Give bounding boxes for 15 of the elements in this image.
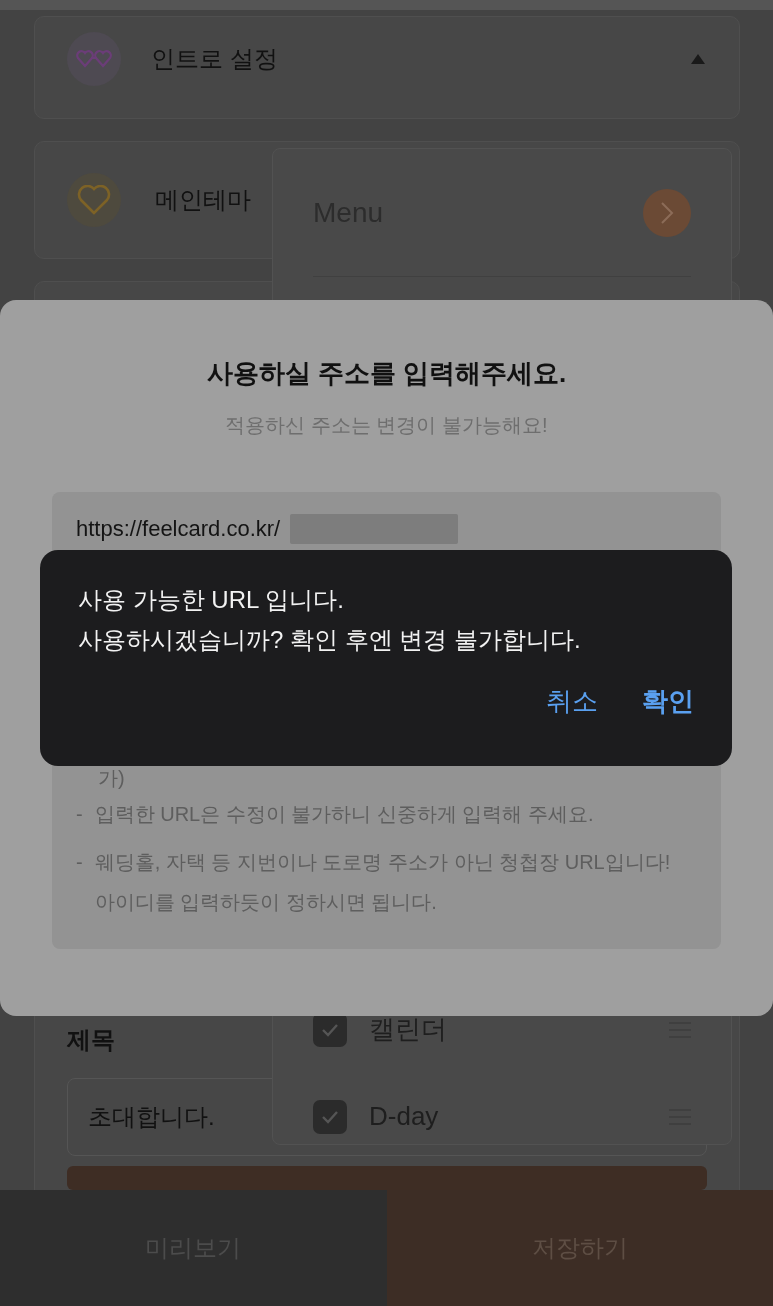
check-icon xyxy=(321,1022,339,1037)
action-bar[interactable] xyxy=(67,1166,707,1190)
checkbox[interactable] xyxy=(313,1099,347,1134)
alert-message: 사용하시겠습니까? 확인 후엔 변경 불가합니다. xyxy=(78,625,582,655)
chevron-icon xyxy=(660,200,674,225)
bullet-mark: - xyxy=(76,802,83,827)
caret-icon[interactable] xyxy=(691,54,705,65)
url-prefix: https://feelcard.co.kr/ xyxy=(76,515,281,543)
next-button[interactable] xyxy=(643,188,691,237)
cancel-button[interactable]: 취소 xyxy=(546,682,598,721)
alert-message: 사용 가능한 URL 입니다. xyxy=(78,585,345,615)
confirm-button[interactable]: 확인 xyxy=(642,682,694,721)
dialog-title: 사용하실 주소를 입력해주세요. xyxy=(205,357,568,390)
bullet-mark: - xyxy=(76,850,83,875)
check-icon xyxy=(321,1109,339,1124)
